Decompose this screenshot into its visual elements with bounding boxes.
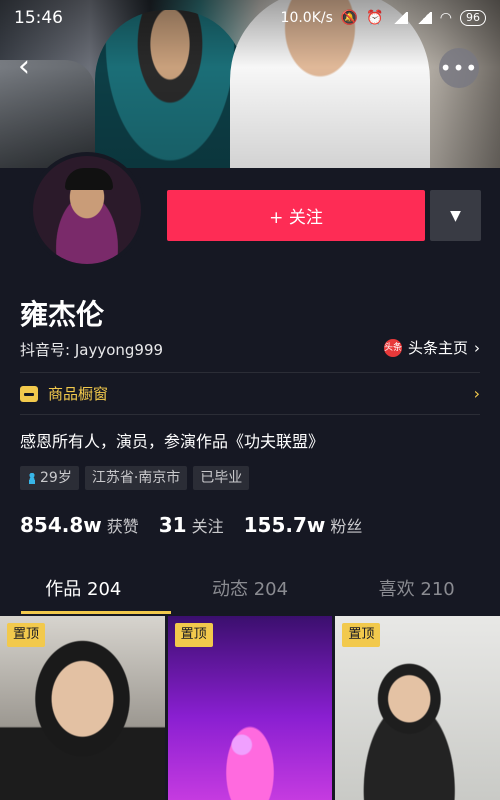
pinned-badge: 置顶 (174, 623, 213, 647)
mute-icon: 🔕 (340, 10, 359, 26)
person-icon (27, 472, 37, 484)
tab-likes[interactable]: 喜欢 210 (333, 570, 500, 614)
signal-icon-2 (415, 12, 432, 24)
network-speed: 10.0K/s (280, 10, 333, 26)
following-stat[interactable]: 31 关注 (159, 513, 224, 537)
battery-indicator: 96 (460, 10, 486, 26)
location-tag: 江苏省·南京市 (84, 466, 188, 490)
chevron-right-icon: › (473, 384, 480, 403)
pinned-badge: 置顶 (7, 623, 46, 647)
caret-down-icon: ▼ (450, 207, 461, 224)
alarm-icon: ⏰ (366, 10, 384, 26)
likes-stat[interactable]: 854.8w 获赞 (20, 513, 139, 537)
video-grid: 置顶 置顶 置顶 (0, 616, 500, 800)
status-bar: 15:46 10.0K/s 🔕 ⏰ ◠ 96 (0, 0, 500, 36)
tab-activity[interactable]: 动态 204 (167, 570, 334, 614)
chevron-right-icon: › (474, 338, 480, 357)
tab-works[interactable]: 作品 204 (0, 570, 171, 614)
back-icon[interactable]: ‹ (18, 52, 46, 82)
video-thumbnail[interactable]: 置顶 (335, 616, 500, 800)
content-tabs: 作品 204 动态 204 喜欢 210 (0, 570, 500, 614)
shop-label: 商品橱窗 (48, 385, 109, 403)
profile-name: 雍杰伦 (20, 298, 105, 331)
signal-icon (391, 12, 408, 24)
toutiao-homepage-link[interactable]: 头条 头条主页 › (383, 337, 480, 358)
profile-tags: 29岁 江苏省·南京市 已毕业 (20, 466, 250, 490)
toutiao-logo-icon: 头条 (383, 338, 402, 357)
video-thumbnail[interactable]: 置顶 (0, 616, 165, 800)
status-time: 15:46 (14, 8, 63, 28)
pinned-badge: 置顶 (342, 623, 381, 647)
shop-icon (20, 385, 38, 402)
wifi-icon: ◠ (439, 10, 452, 26)
douyin-id: 抖音号: Jayyong999 (20, 341, 164, 359)
divider (20, 414, 480, 415)
profile-bio: 感恩所有人，演员，参演作品《功夫联盟》 (20, 432, 325, 451)
recommend-dropdown-button[interactable]: ▼ (430, 190, 481, 241)
toutiao-label: 头条主页 (407, 339, 468, 357)
avatar[interactable] (29, 152, 145, 268)
age-tag: 29岁 (20, 466, 79, 490)
more-options-icon[interactable]: ••• (439, 48, 479, 88)
follow-button[interactable]: + 关注 (167, 190, 425, 241)
video-thumbnail[interactable]: 置顶 (167, 616, 333, 800)
shop-window-row[interactable]: 商品橱窗 › (20, 373, 480, 414)
education-tag: 已毕业 (193, 466, 250, 490)
profile-stats: 854.8w 获赞 31 关注 155.7w 粉丝 (20, 513, 382, 537)
followers-stat[interactable]: 155.7w 粉丝 (244, 513, 363, 537)
